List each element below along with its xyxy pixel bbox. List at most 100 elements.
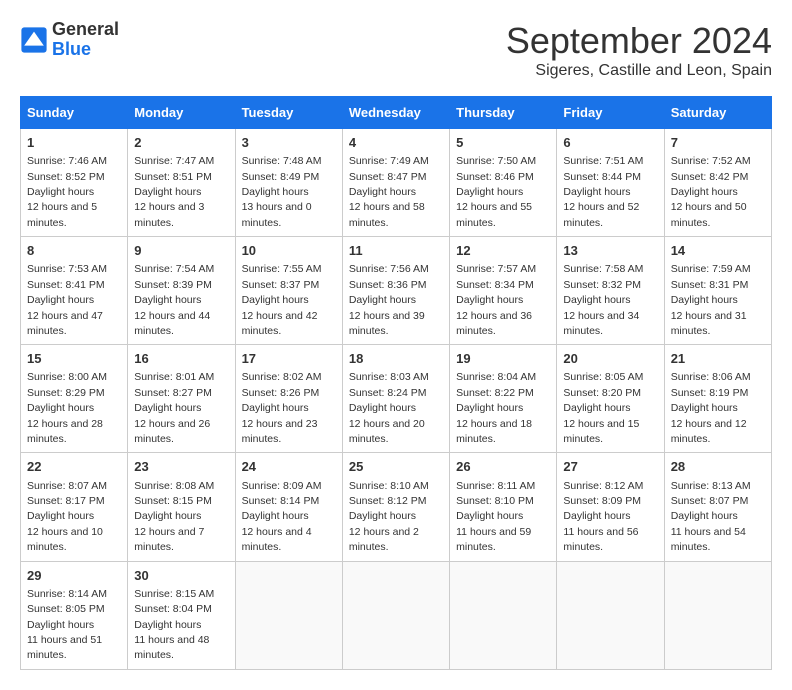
calendar-cell: 5 Sunrise: 7:50 AM Sunset: 8:46 PM Dayli… — [450, 129, 557, 237]
sunset-info: Sunset: 8:27 PM — [134, 387, 212, 399]
sunrise-info: Sunrise: 7:50 AM — [456, 155, 536, 167]
daylight-label: Daylight hours — [134, 619, 201, 631]
day-number: 23 — [134, 458, 228, 476]
daylight-duration: 12 hours and 50 minutes. — [671, 201, 747, 228]
sunrise-info: Sunrise: 7:49 AM — [349, 155, 429, 167]
calendar-cell: 25 Sunrise: 8:10 AM Sunset: 8:12 PM Dayl… — [342, 453, 449, 561]
daylight-duration: 12 hours and 31 minutes. — [671, 310, 747, 337]
sunrise-info: Sunrise: 8:13 AM — [671, 480, 751, 492]
daylight-label: Daylight hours — [349, 402, 416, 414]
sunrise-info: Sunrise: 7:56 AM — [349, 263, 429, 275]
day-number: 7 — [671, 134, 765, 152]
sunrise-info: Sunrise: 8:11 AM — [456, 480, 535, 492]
daylight-duration: 12 hours and 4 minutes. — [242, 526, 312, 553]
daylight-label: Daylight hours — [134, 402, 201, 414]
sunrise-info: Sunrise: 7:55 AM — [242, 263, 322, 275]
sunrise-info: Sunrise: 7:47 AM — [134, 155, 214, 167]
calendar-cell — [342, 561, 449, 669]
calendar-week-3: 15 Sunrise: 8:00 AM Sunset: 8:29 PM Dayl… — [21, 345, 772, 453]
calendar-cell: 19 Sunrise: 8:04 AM Sunset: 8:22 PM Dayl… — [450, 345, 557, 453]
daylight-label: Daylight hours — [242, 294, 309, 306]
day-number: 11 — [349, 242, 443, 260]
sunrise-info: Sunrise: 7:48 AM — [242, 155, 322, 167]
daylight-duration: 12 hours and 52 minutes. — [563, 201, 639, 228]
sunset-info: Sunset: 8:34 PM — [456, 279, 534, 291]
sunset-info: Sunset: 8:42 PM — [671, 171, 749, 183]
day-number: 2 — [134, 134, 228, 152]
sunset-info: Sunset: 8:49 PM — [242, 171, 320, 183]
sunset-info: Sunset: 8:20 PM — [563, 387, 641, 399]
sunset-info: Sunset: 8:41 PM — [27, 279, 105, 291]
daylight-label: Daylight hours — [242, 510, 309, 522]
sunset-info: Sunset: 8:24 PM — [349, 387, 427, 399]
daylight-label: Daylight hours — [242, 402, 309, 414]
daylight-duration: 12 hours and 36 minutes. — [456, 310, 532, 337]
day-number: 20 — [563, 350, 657, 368]
day-number: 1 — [27, 134, 121, 152]
sunrise-info: Sunrise: 8:03 AM — [349, 371, 429, 383]
calendar-week-2: 8 Sunrise: 7:53 AM Sunset: 8:41 PM Dayli… — [21, 237, 772, 345]
day-number: 6 — [563, 134, 657, 152]
sunrise-info: Sunrise: 7:46 AM — [27, 155, 107, 167]
calendar-cell: 1 Sunrise: 7:46 AM Sunset: 8:52 PM Dayli… — [21, 129, 128, 237]
sunrise-info: Sunrise: 8:09 AM — [242, 480, 322, 492]
daylight-duration: 12 hours and 23 minutes. — [242, 418, 318, 445]
day-number: 17 — [242, 350, 336, 368]
calendar-cell: 6 Sunrise: 7:51 AM Sunset: 8:44 PM Dayli… — [557, 129, 664, 237]
sunset-info: Sunset: 8:05 PM — [27, 603, 105, 615]
sunrise-info: Sunrise: 8:05 AM — [563, 371, 643, 383]
weekday-header-wednesday: Wednesday — [342, 97, 449, 129]
calendar-cell: 30 Sunrise: 8:15 AM Sunset: 8:04 PM Dayl… — [128, 561, 235, 669]
day-number: 5 — [456, 134, 550, 152]
daylight-label: Daylight hours — [563, 294, 630, 306]
daylight-duration: 12 hours and 18 minutes. — [456, 418, 532, 445]
sunrise-info: Sunrise: 8:14 AM — [27, 588, 107, 600]
sunrise-info: Sunrise: 8:02 AM — [242, 371, 322, 383]
day-number: 8 — [27, 242, 121, 260]
daylight-label: Daylight hours — [27, 186, 94, 198]
weekday-header-thursday: Thursday — [450, 97, 557, 129]
daylight-duration: 13 hours and 0 minutes. — [242, 201, 312, 228]
weekday-header-monday: Monday — [128, 97, 235, 129]
day-number: 19 — [456, 350, 550, 368]
logo: General Blue — [20, 20, 119, 60]
calendar-cell: 2 Sunrise: 7:47 AM Sunset: 8:51 PM Dayli… — [128, 129, 235, 237]
calendar-table: SundayMondayTuesdayWednesdayThursdayFrid… — [20, 96, 772, 670]
calendar-cell: 18 Sunrise: 8:03 AM Sunset: 8:24 PM Dayl… — [342, 345, 449, 453]
day-number: 27 — [563, 458, 657, 476]
day-number: 3 — [242, 134, 336, 152]
calendar-cell: 21 Sunrise: 8:06 AM Sunset: 8:19 PM Dayl… — [664, 345, 771, 453]
daylight-label: Daylight hours — [349, 186, 416, 198]
calendar-cell — [450, 561, 557, 669]
calendar-week-1: 1 Sunrise: 7:46 AM Sunset: 8:52 PM Dayli… — [21, 129, 772, 237]
sunrise-info: Sunrise: 7:54 AM — [134, 263, 214, 275]
calendar-week-4: 22 Sunrise: 8:07 AM Sunset: 8:17 PM Dayl… — [21, 453, 772, 561]
title-area: September 2024 Sigeres, Castille and Leo… — [506, 20, 772, 80]
day-number: 16 — [134, 350, 228, 368]
sunset-info: Sunset: 8:15 PM — [134, 495, 212, 507]
day-number: 28 — [671, 458, 765, 476]
location-subtitle: Sigeres, Castille and Leon, Spain — [506, 62, 772, 80]
sunrise-info: Sunrise: 8:01 AM — [134, 371, 214, 383]
sunset-info: Sunset: 8:09 PM — [563, 495, 641, 507]
daylight-duration: 11 hours and 48 minutes. — [134, 634, 209, 661]
weekday-header-tuesday: Tuesday — [235, 97, 342, 129]
daylight-duration: 11 hours and 54 minutes. — [671, 526, 746, 553]
daylight-label: Daylight hours — [456, 294, 523, 306]
sunset-info: Sunset: 8:19 PM — [671, 387, 749, 399]
logo-icon — [20, 26, 48, 54]
sunset-info: Sunset: 8:47 PM — [349, 171, 427, 183]
daylight-duration: 12 hours and 10 minutes. — [27, 526, 103, 553]
calendar-cell: 13 Sunrise: 7:58 AM Sunset: 8:32 PM Dayl… — [557, 237, 664, 345]
weekday-header-friday: Friday — [557, 97, 664, 129]
sunset-info: Sunset: 8:12 PM — [349, 495, 427, 507]
sunrise-info: Sunrise: 7:58 AM — [563, 263, 643, 275]
calendar-cell: 29 Sunrise: 8:14 AM Sunset: 8:05 PM Dayl… — [21, 561, 128, 669]
daylight-duration: 12 hours and 39 minutes. — [349, 310, 425, 337]
daylight-label: Daylight hours — [563, 186, 630, 198]
daylight-duration: 12 hours and 42 minutes. — [242, 310, 318, 337]
calendar-cell: 28 Sunrise: 8:13 AM Sunset: 8:07 PM Dayl… — [664, 453, 771, 561]
sunset-info: Sunset: 8:07 PM — [671, 495, 749, 507]
daylight-duration: 12 hours and 58 minutes. — [349, 201, 425, 228]
sunrise-info: Sunrise: 8:06 AM — [671, 371, 751, 383]
